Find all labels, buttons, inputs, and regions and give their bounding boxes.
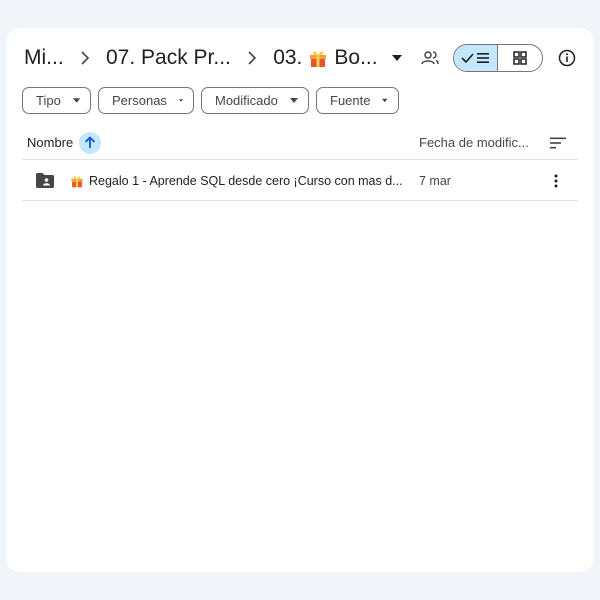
column-header: Nombre Fecha de modific... <box>22 126 578 160</box>
gift-emoji-icon <box>308 48 328 68</box>
breadcrumb-current-prefix: 03. <box>273 46 303 69</box>
caret-down-icon[interactable] <box>386 46 409 70</box>
caret-down-icon <box>178 99 183 102</box>
filter-personas[interactable]: Personas <box>98 87 194 114</box>
view-toggle <box>453 44 544 72</box>
more-vert-icon[interactable] <box>544 169 568 193</box>
grid-view-button[interactable] <box>498 45 542 71</box>
column-name-sort[interactable]: Nombre <box>22 131 102 154</box>
filter-tipo-label: Tipo <box>36 93 61 108</box>
breadcrumb-item-root[interactable]: Mi... <box>22 42 66 74</box>
row-file-name: Regalo 1 - Aprende SQL desde cero ¡Curso… <box>89 173 403 188</box>
shared-folder-icon <box>36 173 56 188</box>
breadcrumb-current-suffix: Bo... <box>334 46 378 69</box>
filter-fuente[interactable]: Fuente <box>316 87 399 114</box>
caret-down-icon <box>382 98 388 103</box>
gift-emoji-icon <box>70 174 84 188</box>
column-name-label: Nombre <box>27 135 74 150</box>
filter-bar: Tipo Personas Modificado Fuente <box>22 87 399 114</box>
caret-down-icon <box>290 98 298 103</box>
filter-modificado[interactable]: Modificado <box>201 87 309 114</box>
drive-panel: Mi... 07. Pack Pr... 03. Bo... Tipo Pers… <box>6 28 594 572</box>
breadcrumb-current[interactable]: 03. Bo... <box>271 42 379 74</box>
filter-fuente-label: Fuente <box>330 93 371 108</box>
filter-tipo[interactable]: Tipo <box>22 87 91 114</box>
list-view-button[interactable] <box>454 45 499 71</box>
column-date-label[interactable]: Fecha de modific... <box>419 135 529 150</box>
table-row[interactable]: Regalo 1 - Aprende SQL desde cero ¡Curso… <box>22 161 578 201</box>
info-icon[interactable] <box>551 42 582 74</box>
sort-lines-icon[interactable] <box>546 131 570 155</box>
filter-modificado-label: Modificado <box>215 93 278 108</box>
people-icon[interactable] <box>415 42 446 74</box>
chevron-right-icon <box>233 51 271 65</box>
arrow-up-icon <box>79 131 102 154</box>
breadcrumb: Mi... 07. Pack Pr... 03. Bo... <box>22 42 582 74</box>
filter-personas-label: Personas <box>112 93 167 108</box>
caret-down-icon <box>72 98 80 103</box>
row-date: 7 mar <box>419 173 451 188</box>
breadcrumb-item-pack[interactable]: 07. Pack Pr... <box>104 42 233 74</box>
chevron-right-icon <box>66 51 104 65</box>
